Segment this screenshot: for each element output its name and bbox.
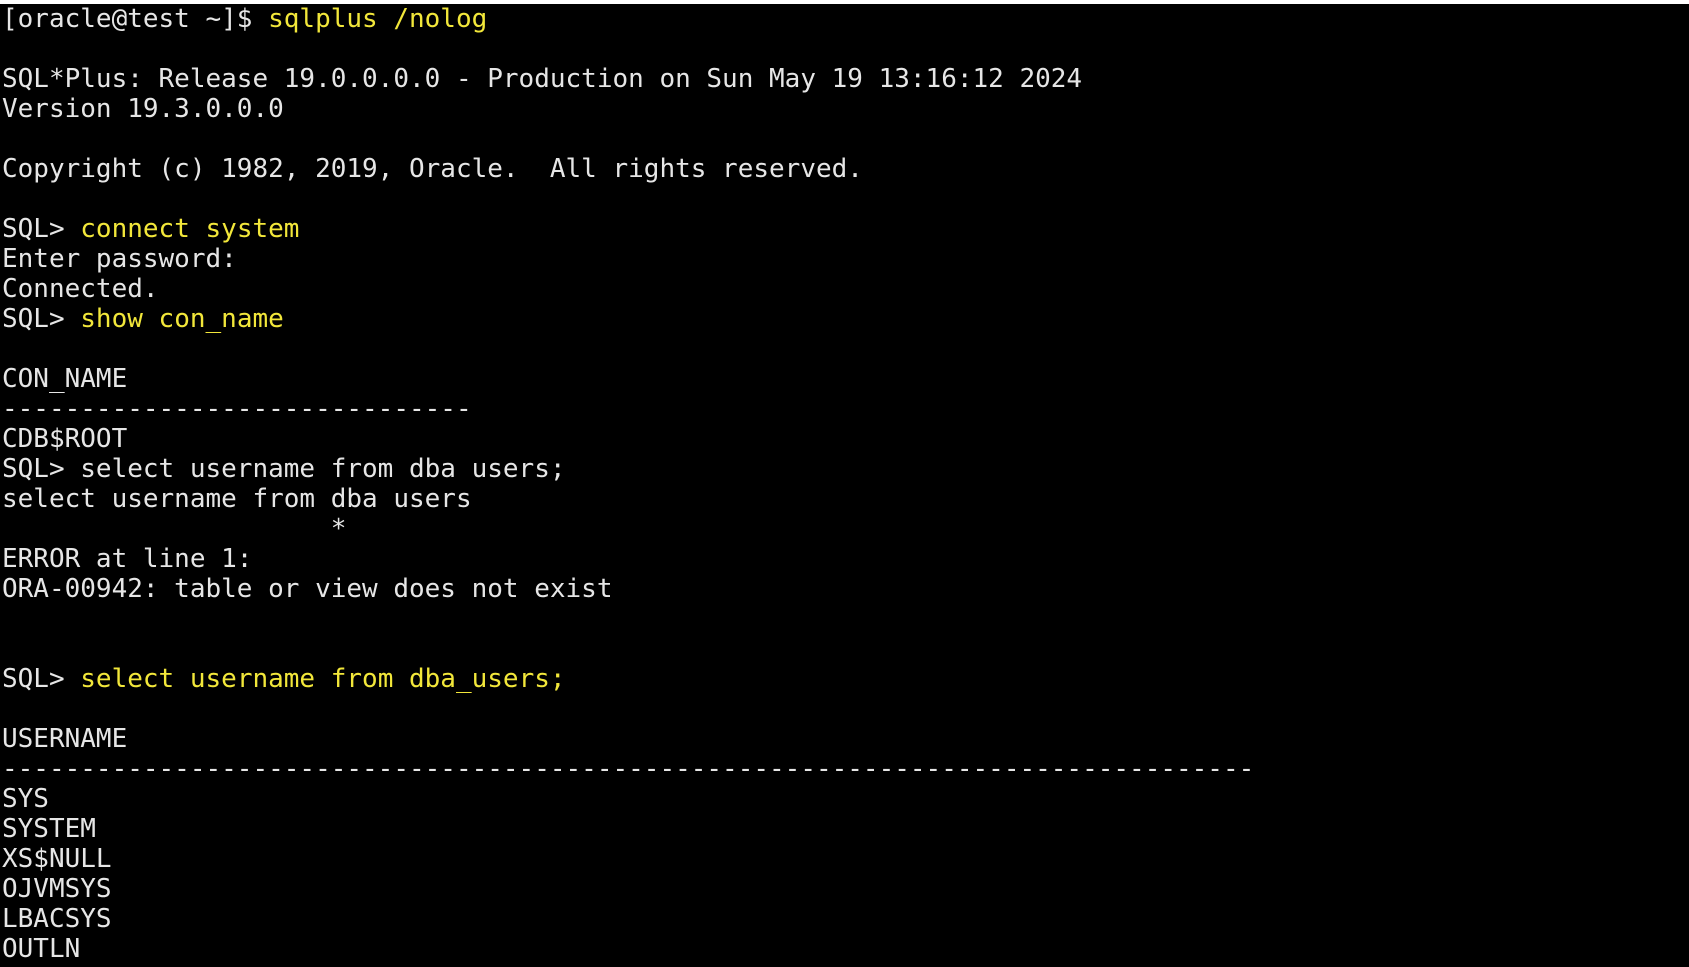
output-text: Copyright (c) 1982, 2019, Oracle. All ri… <box>2 154 863 184</box>
output-text: Version 19.3.0.0.0 <box>2 94 284 124</box>
command-text: connect system <box>80 214 300 244</box>
terminal-line: CDB$ROOT <box>2 424 1687 454</box>
output-text: Enter password: <box>2 244 237 274</box>
terminal-line: [oracle@test ~]$ sqlplus /nolog <box>2 4 1687 34</box>
terminal-line: SYSTEM <box>2 814 1687 844</box>
terminal-line: XS$NULL <box>2 844 1687 874</box>
terminal-output[interactable]: [oracle@test ~]$ sqlplus /nolog SQL*Plus:… <box>2 4 1687 967</box>
command-text: select username from dba_users; <box>80 664 566 694</box>
output-text: ERROR at line 1: <box>2 544 253 574</box>
terminal-line: SQL> select username from dba users; <box>2 454 1687 484</box>
prompt-text: [oracle@test ~]$ <box>2 4 269 34</box>
terminal-line: ORA-00942: table or view does not exist <box>2 574 1687 604</box>
terminal-line: USERNAME <box>2 724 1687 754</box>
output-text: SYS <box>2 784 49 814</box>
terminal-line: select username from dba users <box>2 484 1687 514</box>
terminal-line: ----------------------------------------… <box>2 754 1687 784</box>
terminal-line: SQL> connect system <box>2 214 1687 244</box>
command-text: sqlplus /nolog <box>268 4 488 34</box>
output-text: CON_NAME <box>2 364 128 394</box>
terminal-line: Enter password: <box>2 244 1687 274</box>
output-text: CDB$ROOT <box>2 424 128 454</box>
terminal-line: OUTLN <box>2 934 1687 964</box>
terminal-line: LBACSYS <box>2 904 1687 934</box>
output-text: * <box>2 514 347 544</box>
terminal-line: SQL> show con_name <box>2 304 1687 334</box>
terminal-line: Copyright (c) 1982, 2019, Oracle. All ri… <box>2 154 1687 184</box>
output-text: SQL*Plus: Release 19.0.0.0.0 - Productio… <box>2 64 1083 94</box>
terminal-line: SQL*Plus: Release 19.0.0.0.0 - Productio… <box>2 64 1687 94</box>
output-text: ------------------------------ <box>2 394 472 424</box>
prompt-text: SQL> <box>2 304 81 334</box>
terminal-line: * <box>2 514 1687 544</box>
prompt-text: SQL> <box>2 214 81 244</box>
output-text: ORA-00942: table or view does not exist <box>2 574 613 604</box>
output-text: SYSTEM <box>2 814 96 844</box>
terminal-line: SYS <box>2 784 1687 814</box>
prompt-text: SQL> <box>2 664 81 694</box>
output-text: OJVMSYS <box>2 874 112 904</box>
output-text: USERNAME <box>2 724 128 754</box>
terminal-line: OJVMSYS <box>2 874 1687 904</box>
output-text: ----------------------------------------… <box>2 754 1255 784</box>
terminal-line: ERROR at line 1: <box>2 544 1687 574</box>
terminal-line: Version 19.3.0.0.0 <box>2 94 1687 124</box>
output-text: select username from dba users <box>2 484 472 514</box>
output-text: XS$NULL <box>2 844 112 874</box>
terminal-line: Connected. <box>2 274 1687 304</box>
terminal-line: ------------------------------ <box>2 394 1687 424</box>
terminal-line: SQL> select username from dba_users; <box>2 664 1687 694</box>
output-text: SQL> select username from dba users; <box>2 454 566 484</box>
output-text: OUTLN <box>2 934 81 964</box>
output-text: LBACSYS <box>2 904 112 934</box>
output-text: Connected. <box>2 274 159 304</box>
terminal-line: CON_NAME <box>2 364 1687 394</box>
command-text: show con_name <box>80 304 284 334</box>
